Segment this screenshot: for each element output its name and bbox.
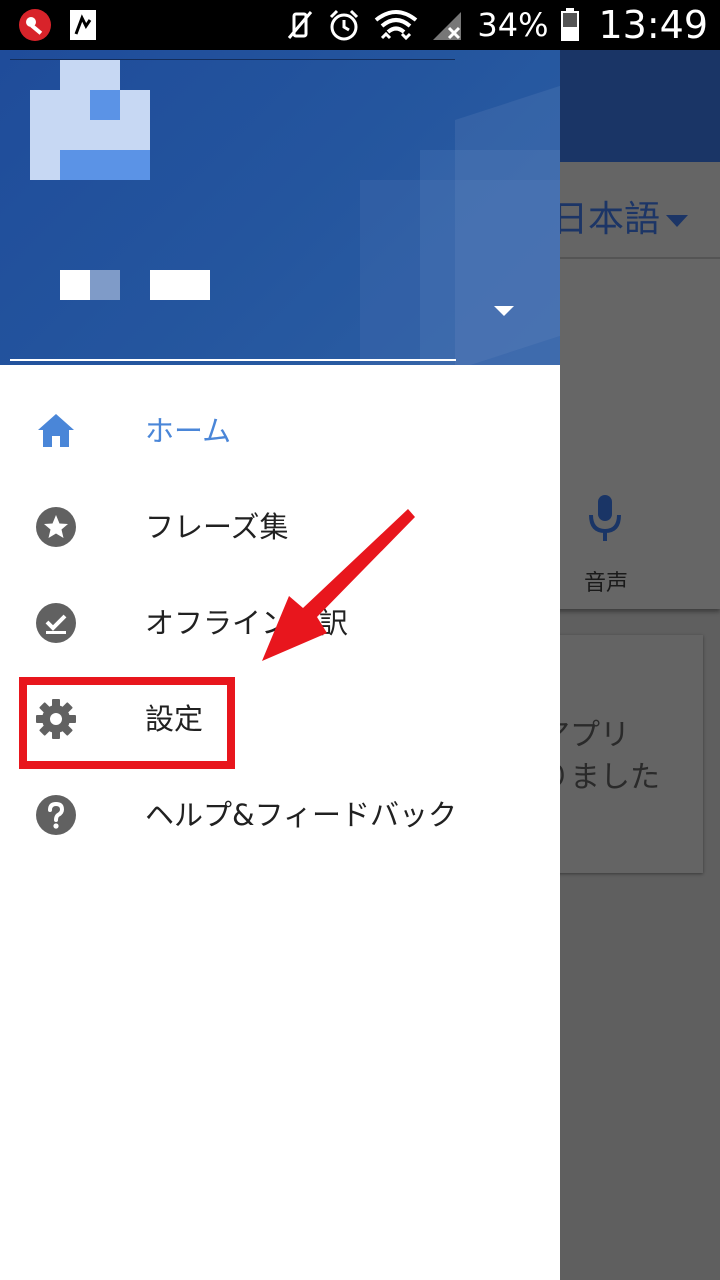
account-switcher-caret-icon[interactable] [494,306,514,316]
chevron-down-icon [666,215,689,227]
menu-item-help-feedback[interactable]: ヘルプ&フィードバック [0,767,560,863]
menu-item-label: ヘルプ&フィードバック [145,798,458,832]
clock: 13:49 [598,3,708,47]
alarm-icon [330,9,359,41]
drawer-header [0,50,560,365]
star-icon [36,507,76,547]
vibrate-off-icon [288,11,313,39]
menu-item-label: ホーム [145,414,232,448]
status-bar: 34% 13:49 [0,0,720,50]
battery-percent: 34% [477,6,549,44]
app-notification-icon [70,10,96,40]
navigation-drawer: ホーム フレーズ集 オフライン翻訳 設定 ヘルプ&フィードバック [0,50,560,1280]
header-decoration [455,81,560,365]
header-bottom-line [10,359,456,361]
red-arrow-annotation [262,509,415,661]
home-icon [38,414,74,447]
microphone-icon[interactable] [585,493,625,553]
avatar[interactable] [30,60,150,180]
settings-highlight-box [19,677,235,769]
no-signal-icon [433,12,462,40]
key-notification-icon [19,9,51,41]
help-icon [36,795,76,835]
target-language-selector[interactable]: 日本語 [552,190,689,242]
target-language-label: 日本語 [552,199,661,240]
battery-icon [561,8,580,41]
menu-item-home[interactable]: ホーム [0,383,560,479]
offline-download-icon [36,603,76,643]
voice-label: 音声 [584,571,629,596]
wifi-icon [375,10,418,41]
